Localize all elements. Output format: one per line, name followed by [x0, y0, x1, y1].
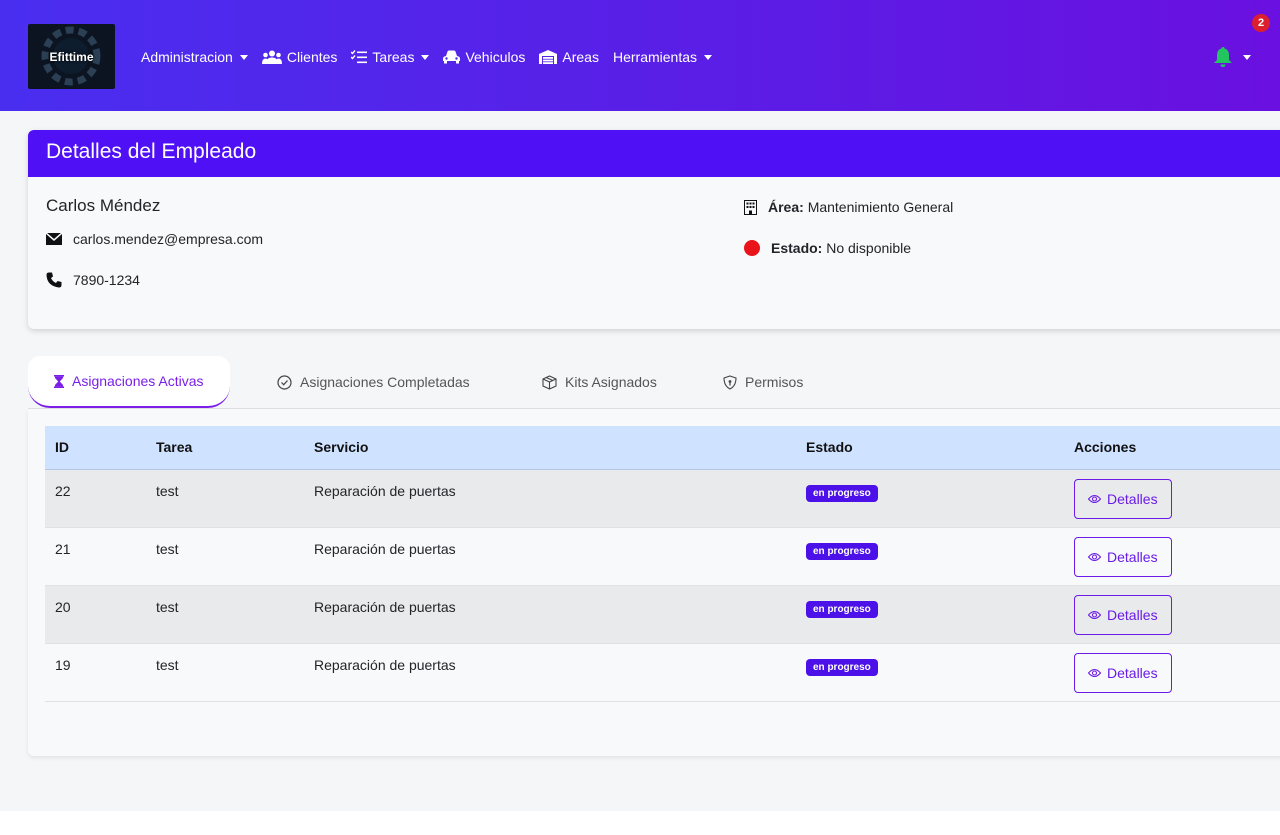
tab-label: Asignaciones Completadas	[300, 374, 470, 390]
box-icon	[542, 374, 557, 390]
table-row: 19 test Reparación de puertas en progres…	[45, 643, 1280, 701]
tab-kits-asignados[interactable]: Kits Asignados	[542, 356, 657, 408]
envelope-icon	[46, 233, 62, 245]
cell-servicio: Reparación de puertas	[314, 598, 456, 615]
caret-down-icon	[1243, 54, 1251, 60]
status-value: No disponible	[826, 240, 912, 256]
hourglass-icon	[54, 374, 64, 388]
cell-servicio: Reparación de puertas	[314, 482, 456, 499]
cell-id: 22	[55, 482, 71, 499]
nav-tareas-label: Tareas	[372, 49, 415, 65]
list-check-icon	[351, 50, 368, 64]
column-header-servicio: Servicio	[304, 426, 796, 470]
logo-text: Efittime	[49, 49, 94, 64]
details-button-label: Detalles	[1107, 606, 1158, 623]
tab-asignaciones-completadas[interactable]: Asignaciones Completadas	[277, 356, 470, 408]
employee-phone-row: 7890-1234	[46, 272, 140, 288]
assignments-panel: ID Tarea Servicio Estado Acciones 22 tes…	[28, 409, 1280, 756]
tab-permisos[interactable]: Permisos	[723, 356, 803, 408]
employee-email: carlos.mendez@empresa.com	[73, 231, 264, 247]
status-badge: en progreso	[806, 542, 878, 560]
cell-tarea: test	[156, 656, 179, 673]
nav-herramientas[interactable]: Herramientas	[613, 49, 712, 65]
details-button[interactable]: Detalles	[1074, 652, 1172, 693]
employee-email-row: carlos.mendez@empresa.com	[46, 231, 263, 247]
nav-clientes[interactable]: Clientes	[261, 49, 338, 65]
bell-icon	[1214, 47, 1232, 67]
car-icon	[443, 50, 461, 64]
nav-herramientas-label: Herramientas	[612, 49, 697, 65]
nav-clientes-label: Clientes	[286, 49, 338, 65]
details-button[interactable]: Detalles	[1074, 536, 1172, 577]
details-button-label: Detalles	[1107, 664, 1158, 681]
users-icon	[261, 50, 282, 64]
cell-id: 19	[55, 656, 71, 673]
employee-card: Detalles del Empleado Carlos Méndez carl…	[28, 130, 1280, 329]
cell-tarea: test	[156, 598, 179, 615]
nav-administracion[interactable]: Administracion	[141, 49, 248, 65]
check-circle-icon	[277, 374, 292, 390]
nav-tareas[interactable]: Tareas	[351, 49, 430, 65]
details-button[interactable]: Detalles	[1074, 478, 1172, 519]
main-menu: Administracion Clientes Tareas Vehiculos…	[141, 46, 712, 68]
column-header-acciones: Acciones	[1064, 426, 1280, 470]
status-badge: en progreso	[806, 658, 878, 676]
caret-down-icon	[421, 54, 430, 60]
area-value: Mantenimiento General	[807, 199, 954, 215]
cell-tarea: test	[156, 482, 179, 499]
cell-tarea: test	[156, 540, 179, 557]
nav-vehiculos-label: Vehiculos	[465, 49, 526, 65]
app-logo[interactable]: Efittime	[28, 24, 115, 89]
eye-icon	[1088, 494, 1101, 503]
table-row: 21 test Reparación de puertas en progres…	[45, 527, 1280, 585]
shield-icon	[723, 374, 737, 390]
table-row: 22 test Reparación de puertas en progres…	[45, 469, 1280, 527]
tab-asignaciones-activas[interactable]: Asignaciones Activas	[28, 356, 230, 408]
warehouse-icon	[539, 50, 558, 64]
phone-icon	[46, 272, 62, 288]
caret-down-icon	[239, 54, 248, 60]
tab-label: Kits Asignados	[565, 374, 657, 390]
assignment-tabs: Asignaciones Activas Asignaciones Comple…	[28, 354, 1280, 409]
nav-administracion-label: Administracion	[141, 49, 233, 65]
column-header-id: ID	[45, 426, 146, 470]
tab-label: Permisos	[745, 374, 804, 390]
table-header-row: ID Tarea Servicio Estado Acciones	[45, 426, 1280, 470]
details-button[interactable]: Detalles	[1074, 594, 1172, 635]
employee-area-row: Área: Mantenimiento General	[744, 199, 953, 215]
cell-servicio: Reparación de puertas	[314, 656, 456, 673]
top-navbar: Efittime Administracion Clientes Tareas	[0, 0, 1280, 111]
status-dot-icon	[744, 240, 760, 256]
caret-down-icon	[704, 54, 712, 60]
employee-card-title: Detalles del Empleado	[28, 130, 1280, 177]
status-badge: en progreso	[806, 484, 878, 502]
employee-status-row: Estado: No disponible	[744, 240, 911, 256]
column-header-tarea: Tarea	[146, 426, 304, 470]
status-label: Estado:	[771, 240, 823, 256]
cell-id: 21	[55, 540, 71, 557]
nav-areas-label: Areas	[562, 49, 599, 65]
nav-areas[interactable]: Areas	[539, 49, 599, 65]
table-row: 20 test Reparación de puertas en progres…	[45, 585, 1280, 643]
notification-count-badge: 2	[1252, 14, 1270, 32]
details-button-label: Detalles	[1107, 490, 1158, 507]
nav-vehiculos[interactable]: Vehiculos	[443, 49, 525, 65]
column-header-estado: Estado	[796, 426, 1064, 470]
status-badge: en progreso	[806, 600, 878, 618]
details-button-label: Detalles	[1107, 548, 1158, 565]
employee-phone: 7890-1234	[73, 272, 140, 288]
tab-label: Asignaciones Activas	[72, 373, 204, 389]
eye-icon	[1088, 668, 1101, 677]
eye-icon	[1088, 552, 1101, 561]
employee-name: Carlos Méndez	[46, 196, 161, 215]
assignments-table: ID Tarea Servicio Estado Acciones 22 tes…	[45, 426, 1280, 702]
eye-icon	[1088, 610, 1101, 619]
cell-id: 20	[55, 598, 71, 615]
area-label: Área:	[768, 199, 804, 215]
cell-servicio: Reparación de puertas	[314, 540, 456, 557]
notifications-dropdown[interactable]	[1213, 46, 1251, 68]
building-icon	[744, 199, 757, 215]
